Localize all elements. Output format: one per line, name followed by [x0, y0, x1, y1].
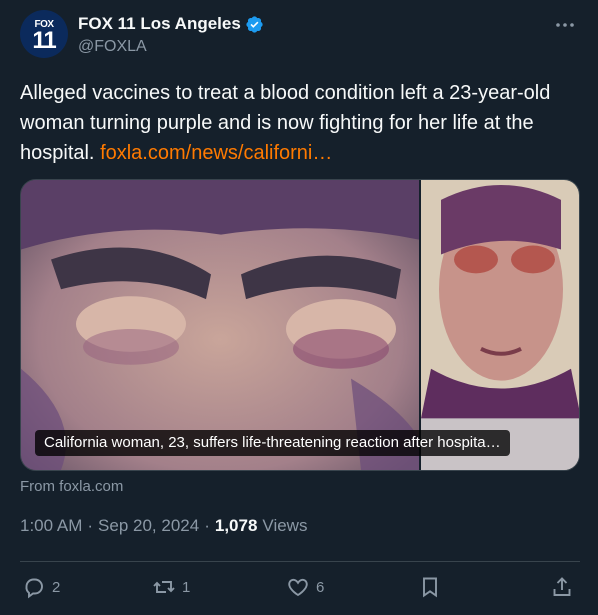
- share-button[interactable]: [550, 575, 574, 599]
- display-name[interactable]: FOX 11 Los Angeles: [78, 14, 241, 34]
- card-caption: California woman, 23, suffers life-threa…: [35, 430, 510, 456]
- share-icon: [553, 577, 571, 596]
- views-label: Views: [262, 516, 308, 535]
- link-card-media[interactable]: California woman, 23, suffers life-threa…: [20, 179, 580, 471]
- card-source[interactable]: From foxla.com: [20, 478, 123, 495]
- avatar[interactable]: FOX 11: [20, 10, 68, 58]
- more-options-icon[interactable]: [554, 14, 576, 36]
- repost-button[interactable]: 1: [152, 575, 190, 599]
- reply-button[interactable]: 2: [22, 575, 60, 599]
- news-photo-right: [421, 180, 579, 470]
- meta-separator: ·: [204, 516, 210, 535]
- divider: [20, 561, 580, 562]
- like-count: 6: [316, 578, 325, 596]
- name-row: FOX 11 Los Angeles: [78, 14, 264, 34]
- bookmark-icon: [423, 577, 437, 598]
- reply-icon: [25, 578, 43, 599]
- heart-icon: [288, 578, 308, 597]
- like-button[interactable]: 6: [286, 575, 324, 599]
- repost-icon: [153, 581, 175, 593]
- action-bar: 2 1 6: [22, 575, 578, 603]
- verified-badge-icon: [246, 15, 263, 33]
- bookmark-button[interactable]: [418, 575, 442, 599]
- repost-count: 1: [182, 578, 191, 596]
- tweet-meta: 1:00 AM · Sep 20, 2024 · 1,078 Views: [20, 516, 307, 536]
- tweet-time[interactable]: 1:00 AM: [20, 516, 82, 536]
- avatar-logo-bottom: 11: [32, 27, 56, 54]
- tweet-date[interactable]: Sep 20, 2024: [98, 516, 199, 536]
- meta-separator: ·: [87, 516, 94, 535]
- tweet-link[interactable]: foxla.com/news/californi…: [100, 142, 332, 164]
- news-photo-left: [21, 180, 419, 470]
- reply-count: 2: [52, 578, 61, 596]
- tweet-text: Alleged vaccines to treat a blood condit…: [20, 78, 580, 168]
- handle[interactable]: @FOXLA: [78, 38, 147, 56]
- views-count: 1,078: [214, 516, 258, 535]
